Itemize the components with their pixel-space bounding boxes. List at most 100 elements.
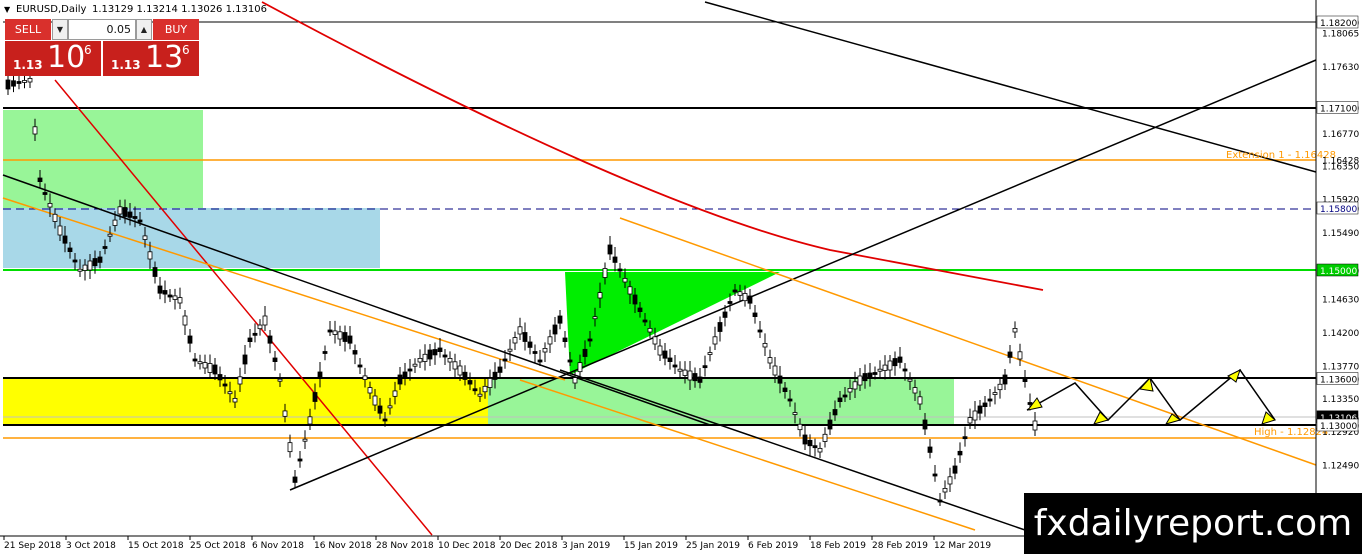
sell-price-small: 1.13 [13, 58, 43, 72]
watermark-logo: fxdailyreport.com [1024, 493, 1362, 554]
candle-body [322, 351, 328, 354]
candle-body [367, 387, 373, 394]
buy-button[interactable]: BUY [153, 19, 199, 40]
price-tag-label: 1.13000 [1320, 422, 1357, 432]
candle-body [582, 348, 588, 357]
candle-body [307, 416, 313, 425]
lot-decrease-button[interactable]: ▼ [52, 19, 68, 40]
candle-body [612, 256, 618, 263]
candle-body [842, 394, 848, 398]
candle-body [417, 357, 423, 363]
candle-body [652, 336, 658, 345]
candle-body [202, 362, 208, 369]
candle-body [677, 368, 683, 372]
candle-body [957, 450, 963, 456]
candle-body [827, 419, 833, 430]
candle-body [987, 398, 993, 402]
candle-body [42, 192, 48, 195]
candle-body [837, 397, 843, 402]
candle-body [392, 390, 398, 397]
lot-size-input[interactable]: 0.05 [68, 19, 136, 40]
time-axis-label: 3 Jan 2019 [562, 541, 610, 551]
candle-body [257, 324, 263, 330]
lot-increase-button[interactable]: ▲ [136, 19, 152, 40]
candle-body [637, 307, 643, 312]
candle-body [642, 319, 648, 323]
price-tag-label: 1.15800 [1320, 205, 1357, 215]
candle-body [537, 359, 543, 363]
price-tag-label: 1.17100 [1320, 104, 1357, 114]
candle-body [97, 256, 103, 263]
candle-body [787, 398, 793, 402]
candle-body [127, 211, 133, 218]
candle-body [47, 202, 53, 208]
candle-body [867, 372, 873, 377]
candle-body [662, 350, 668, 359]
candle-body [152, 267, 158, 277]
candle-body [222, 383, 228, 387]
candle-body [592, 316, 598, 320]
candle-body [1027, 402, 1033, 405]
candle-body [467, 380, 473, 385]
candle-body [947, 476, 953, 485]
sell-button[interactable]: SELL [5, 19, 51, 40]
candle-body [547, 336, 553, 345]
green-triangle [565, 272, 780, 375]
candle-body [177, 297, 183, 304]
candle-body [212, 364, 218, 375]
buy-price-big: 13 [145, 40, 184, 75]
candle-body [117, 206, 123, 215]
candle-body [782, 387, 788, 392]
candle-body [602, 268, 608, 278]
candle-body [452, 361, 458, 370]
candle-body [107, 233, 113, 237]
candle-body [912, 387, 918, 394]
green-zone-bottom [488, 378, 954, 425]
candle-body [267, 335, 273, 344]
buy-price-box[interactable]: 1.13 13 6 [103, 40, 199, 76]
price-tag-label: 1.18200 [1320, 19, 1357, 29]
candle-body [512, 337, 518, 344]
candle-body [607, 244, 613, 255]
candle-body [542, 347, 548, 353]
candle-body [372, 395, 378, 406]
candle-body [407, 368, 413, 372]
candle-body [147, 251, 153, 260]
candle-body [997, 383, 1003, 391]
candle-body [262, 315, 268, 326]
candle-body [622, 277, 628, 283]
time-axis-label: 16 Nov 2018 [314, 541, 372, 551]
time-axis-label: 15 Jan 2019 [624, 541, 678, 551]
candle-body [92, 258, 98, 267]
candle-body [487, 378, 493, 388]
candle-body [11, 80, 16, 87]
candle-body [727, 301, 733, 304]
candle-body [87, 260, 93, 271]
candle-body [337, 331, 343, 340]
candle-body [362, 375, 368, 380]
sell-price-box[interactable]: 1.13 10 6 [5, 40, 101, 76]
price-chart[interactable]: Extension 1 - 1.16428 High - 1.12824 ▼ E… [0, 0, 1362, 554]
candle-body [37, 177, 43, 182]
candle-body [167, 294, 173, 298]
candle-body [922, 419, 928, 430]
candle-body [862, 373, 868, 382]
price-axis-label: 1.14200 [1322, 329, 1359, 339]
candle-body [77, 268, 83, 272]
time-axis-label: 20 Dec 2018 [500, 541, 558, 551]
price-axis-labels: 1.182001.180651.176301.171001.167701.164… [1316, 15, 1359, 505]
price-tag-label: 1.15000 [1320, 267, 1357, 277]
candle-body [432, 349, 438, 356]
candle-body [927, 446, 933, 453]
candle-body [877, 368, 883, 372]
candle-body [1022, 377, 1028, 382]
candle-body [447, 357, 453, 363]
candle-body [357, 364, 363, 368]
candle-body [302, 438, 308, 442]
candle-body [762, 342, 768, 348]
red-trendline [54, 79, 433, 536]
candle-body [597, 292, 603, 299]
candle-body [1012, 327, 1018, 333]
candle-body [872, 372, 878, 375]
candle-body [552, 324, 558, 335]
